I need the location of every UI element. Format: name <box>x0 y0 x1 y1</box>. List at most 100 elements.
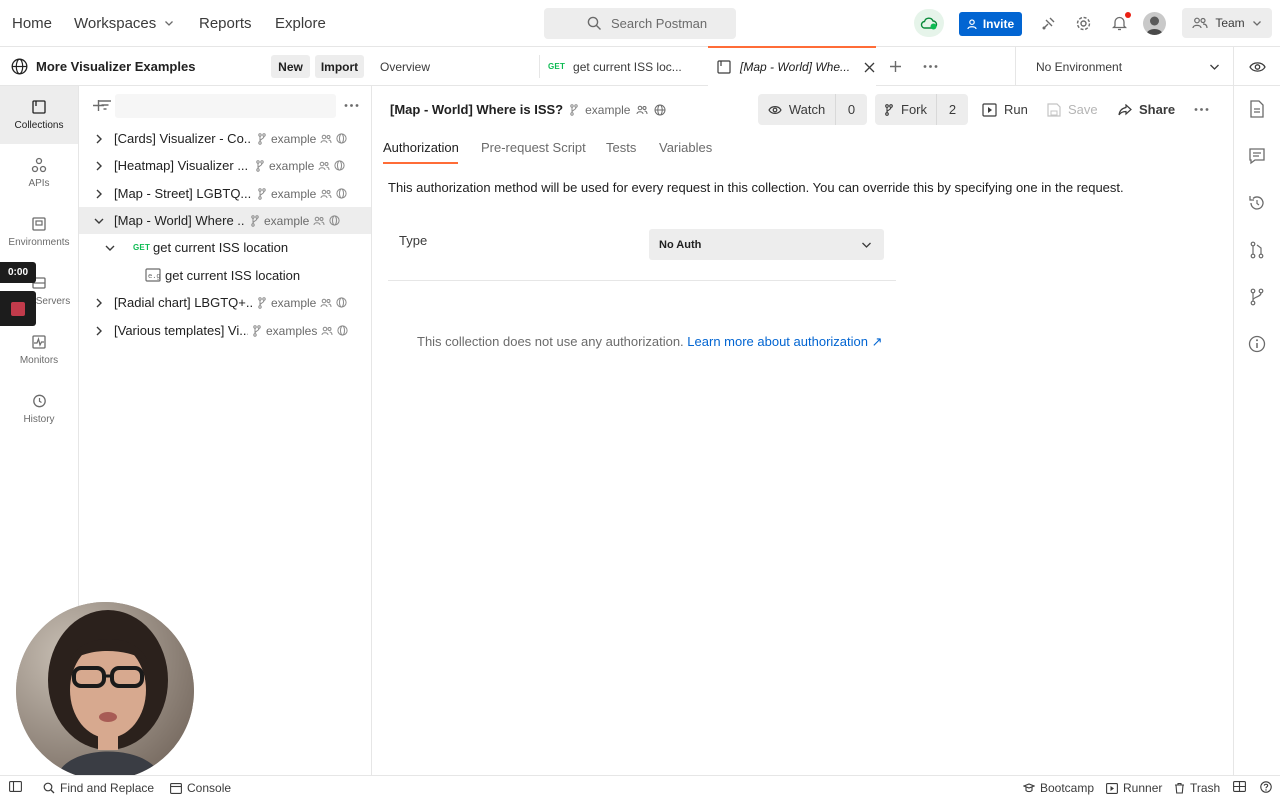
top-bar: Home Workspaces Reports Explore Search P… <box>0 0 1280 47</box>
sync-status-button[interactable] <box>914 9 944 37</box>
rail-label-apis: APIs <box>28 178 50 189</box>
rail-label-history: History <box>23 414 55 425</box>
tree-row-example[interactable]: e.g get current ISS location <box>79 262 371 289</box>
tree-row-collection[interactable]: [Cards] Visualizer - Co... example <box>79 125 371 152</box>
find-replace-button[interactable]: Find and Replace <box>43 781 154 795</box>
trash-button[interactable]: Trash <box>1174 781 1220 795</box>
collection-more-button[interactable] <box>1194 94 1209 125</box>
fork-meta: example <box>257 296 347 310</box>
save-button[interactable]: Save <box>1047 94 1098 125</box>
fork-label: example <box>271 186 317 201</box>
rail-item-monitors[interactable]: Monitors <box>0 321 78 379</box>
recording-stop-button[interactable] <box>0 291 36 326</box>
chevron-right-icon <box>96 161 102 171</box>
fork-icon <box>251 214 259 227</box>
bootcamp-icon <box>1023 782 1035 792</box>
webcam-bubble[interactable] <box>16 602 194 780</box>
tab-overview[interactable]: Overview <box>380 47 540 86</box>
tree-row-collection[interactable]: [Various templates] Vi... examples <box>79 317 371 344</box>
example-icon: e.g <box>145 268 161 282</box>
tab-request[interactable]: GET get current ISS loc... <box>548 47 706 86</box>
tab-overview-label: Overview <box>380 59 431 74</box>
collection-name: [Map - World] Where ... <box>114 213 245 228</box>
tab-tests[interactable]: Tests <box>606 140 636 155</box>
fork-button[interactable]: Fork 2 <box>875 94 968 125</box>
run-button[interactable]: Run <box>982 94 1028 125</box>
rail-item-history[interactable]: History <box>0 380 78 438</box>
tab-collection[interactable]: [Map - World] Whe... <box>708 46 876 86</box>
new-button[interactable]: New <box>271 55 310 78</box>
nav-home[interactable]: Home <box>12 0 52 46</box>
chevron-down-icon <box>1252 18 1262 28</box>
console-button[interactable]: Console <box>170 781 231 795</box>
save-icon <box>1047 102 1061 117</box>
gear-icon[interactable] <box>1073 13 1093 33</box>
tab-pre-request-script[interactable]: Pre-request Script <box>481 140 586 155</box>
avatar[interactable] <box>1143 12 1166 35</box>
filter-input[interactable] <box>99 94 336 118</box>
recording-time-label: 0:00 <box>7 267 28 278</box>
right-rail <box>1233 86 1280 775</box>
tree-row-request[interactable]: GET get current ISS location <box>79 234 371 261</box>
more-options-icon[interactable] <box>344 103 359 108</box>
svg-text:e.g: e.g <box>148 272 161 280</box>
auth-type-select[interactable]: No Auth <box>649 229 884 260</box>
pull-requests-icon[interactable] <box>1248 241 1266 259</box>
watch-button[interactable]: Watch 0 <box>758 94 867 125</box>
search-input[interactable]: Search Postman <box>544 8 736 39</box>
info-icon[interactable] <box>1248 335 1266 353</box>
nav-reports[interactable]: Reports <box>199 0 252 46</box>
monitors-icon <box>31 334 47 350</box>
help-button[interactable] <box>1260 781 1272 793</box>
auth-description: This authorization method will be used f… <box>388 180 1124 195</box>
rail-item-environments[interactable]: Environments <box>0 203 78 261</box>
more-options-icon <box>1194 108 1209 111</box>
tab-variables[interactable]: Variables <box>659 140 712 155</box>
documentation-icon[interactable] <box>1248 100 1266 118</box>
active-tab-indicator <box>383 162 458 164</box>
chevron-right-icon <box>96 134 102 144</box>
tab-authorization[interactable]: Authorization <box>383 140 459 155</box>
learn-more-link[interactable]: Learn more about authorization ↗ <box>687 334 882 349</box>
toggle-sidebar-button[interactable] <box>9 781 22 792</box>
watch-label: Watch <box>788 102 826 117</box>
bootcamp-button[interactable]: Bootcamp <box>1023 781 1094 795</box>
content-tabs: Authorization Pre-request Script Tests V… <box>372 133 1233 165</box>
invite-label: Invite <box>982 17 1015 31</box>
share-button[interactable]: Share <box>1118 94 1175 125</box>
trash-label: Trash <box>1190 781 1221 795</box>
two-pane-button[interactable] <box>1233 781 1246 792</box>
tree-row-collection[interactable]: [Radial chart] LBGTQ+... example <box>79 289 371 316</box>
rail-item-collections[interactable]: Collections <box>0 86 78 144</box>
console-icon <box>170 782 182 794</box>
divider <box>388 280 896 281</box>
team-button[interactable]: Team <box>1182 8 1272 38</box>
changelog-icon[interactable] <box>1248 194 1266 212</box>
forks-icon[interactable] <box>1248 288 1266 306</box>
environment-select[interactable]: No Environment <box>1015 47 1233 86</box>
close-icon[interactable] <box>864 62 875 73</box>
team-icon <box>320 298 332 307</box>
tree-row-collection[interactable]: [Heatmap] Visualizer ... example <box>79 152 371 179</box>
fork-label: examples <box>266 323 318 338</box>
webcam-video <box>16 602 194 780</box>
globe-icon <box>11 58 28 75</box>
invite-button[interactable]: Invite <box>959 12 1022 36</box>
runner-button[interactable]: Runner <box>1106 781 1162 795</box>
fork-icon <box>570 103 578 116</box>
fork-icon <box>258 187 266 200</box>
auth-type-value: No Auth <box>659 238 702 251</box>
environment-quick-look[interactable] <box>1233 47 1280 86</box>
nav-explore[interactable]: Explore <box>275 0 326 46</box>
tree-row-collection-selected[interactable]: [Map - World] Where ... example <box>79 207 371 234</box>
tree-row-collection[interactable]: [Map - Street] LGBTQ... example <box>79 180 371 207</box>
rail-item-apis[interactable]: APIs <box>0 144 78 202</box>
comments-icon[interactable] <box>1248 147 1266 165</box>
fork-label: example <box>264 213 310 228</box>
history-icon <box>31 393 47 409</box>
satellite-icon[interactable] <box>1039 13 1059 33</box>
new-tab-button[interactable] <box>889 47 903 86</box>
tabs-more-button[interactable] <box>923 47 939 86</box>
import-button[interactable]: Import <box>315 55 364 78</box>
nav-workspaces[interactable]: Workspaces <box>74 0 174 46</box>
